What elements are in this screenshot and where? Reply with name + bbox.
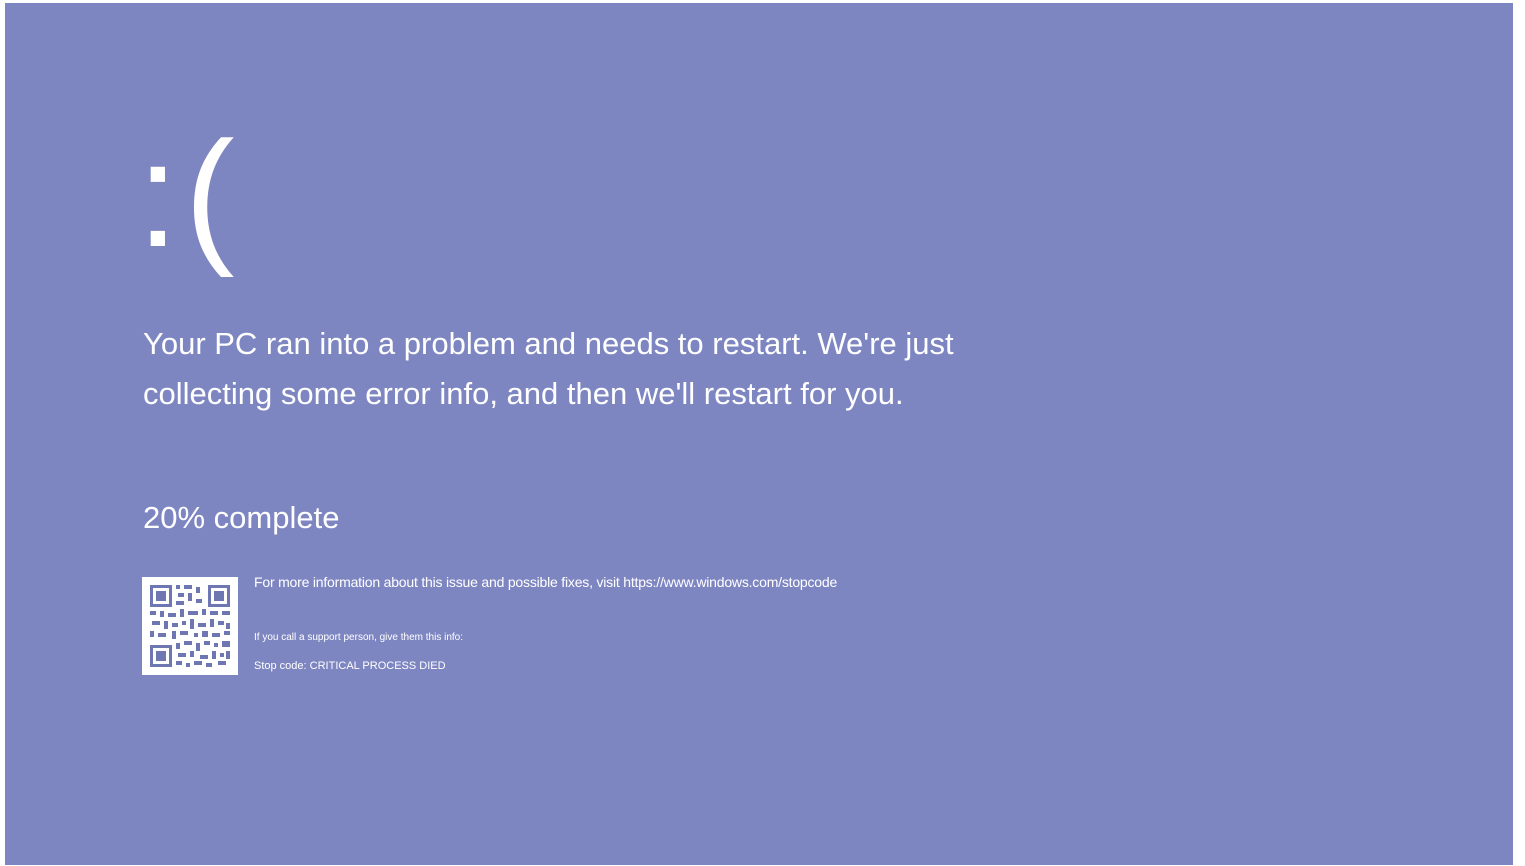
more-info-text: For more information about this issue an… — [254, 574, 838, 590]
qr-code-icon — [142, 577, 238, 675]
support-info-text: If you call a support person, give them … — [254, 632, 463, 643]
error-message: Your PC ran into a problem and needs to … — [143, 326, 954, 411]
progress-text: 20% complete — [143, 500, 340, 535]
stop-code-text: Stop code: CRITICAL PROCESS DIED — [254, 660, 446, 672]
bsod-screen: :( Your PC ran into a problem and needs … — [5, 3, 1513, 865]
sad-face-emoticon: :( — [137, 110, 241, 278]
